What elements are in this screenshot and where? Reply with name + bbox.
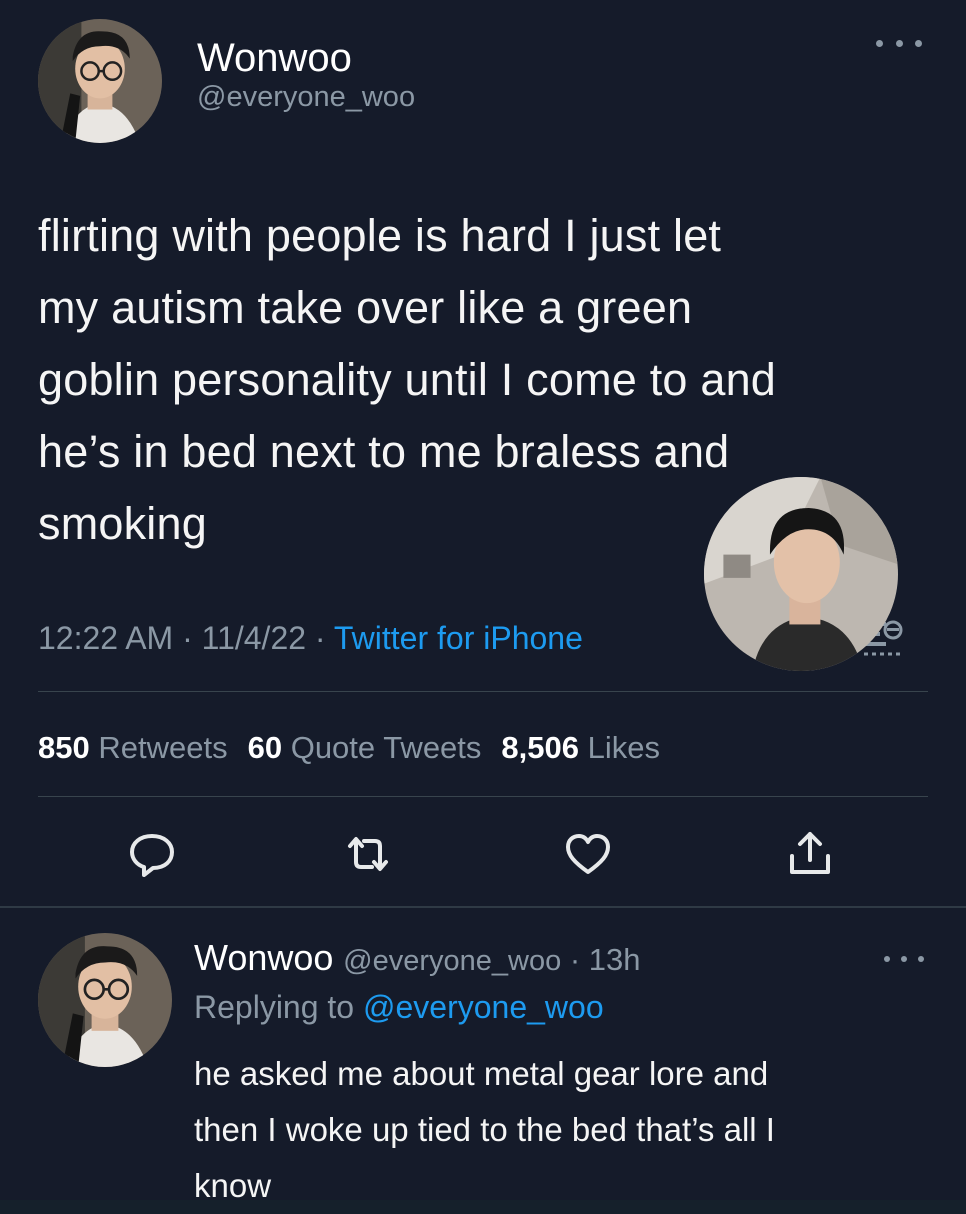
share-icon[interactable] — [782, 826, 838, 882]
divider — [38, 691, 928, 692]
divider — [38, 796, 928, 797]
reply-handle[interactable]: @everyone_woo — [343, 945, 561, 977]
retweets-stat[interactable]: 850 Retweets — [38, 730, 228, 765]
meta-separator: · — [173, 620, 202, 656]
more-dot — [895, 39, 903, 47]
retweets-count: 850 — [38, 730, 90, 765]
likes-count: 8,506 — [501, 730, 579, 765]
reply-header: Wonwoo @everyone_woo · 13h — [194, 936, 641, 983]
reply-more-options-icon[interactable] — [884, 949, 924, 969]
reply-time[interactable]: 13h — [589, 942, 641, 977]
quotes-stat[interactable]: 60 Quote Tweets — [248, 730, 482, 765]
more-dot — [918, 956, 924, 962]
tweet-meta: 12:22 AM · 11/4/22 · Twitter for iPhone — [38, 618, 583, 658]
replying-label: Replying to — [194, 989, 363, 1025]
reply-text: he asked me about metal gear lore and th… — [194, 1055, 775, 1204]
retweets-label: Retweets — [98, 730, 228, 765]
author-display-name[interactable]: Wonwoo — [197, 34, 352, 82]
profile-photo — [38, 19, 162, 143]
replying-to-mention[interactable]: @everyone_woo — [363, 989, 604, 1025]
more-options-icon[interactable] — [876, 32, 922, 54]
quotes-label: Quote Tweets — [290, 730, 482, 765]
overlay-portrait-photo — [704, 477, 898, 671]
tweet-stats: 850 Retweets 60 Quote Tweets 8,506 Likes — [38, 728, 660, 768]
reply-display-name[interactable]: Wonwoo — [194, 937, 333, 978]
likes-label: Likes — [587, 730, 660, 765]
thread-divider — [0, 906, 966, 908]
tweet-date[interactable]: 11/4/22 — [202, 620, 306, 656]
quotes-count: 60 — [247, 730, 283, 765]
reply-time-separator: · — [561, 942, 589, 977]
like-icon[interactable] — [560, 826, 616, 882]
profile-photo — [38, 933, 172, 1067]
retweet-icon[interactable] — [340, 826, 396, 882]
meta-separator: · — [306, 620, 334, 656]
tweet-time[interactable]: 12:22 AM — [38, 620, 173, 656]
reply-icon[interactable] — [124, 826, 180, 882]
more-dot — [884, 956, 890, 962]
portrait-image — [704, 477, 898, 671]
more-dot — [876, 39, 883, 47]
more-dot — [915, 39, 922, 47]
replying-to-line: Replying to @everyone_woo — [194, 986, 604, 1028]
author-avatar[interactable] — [38, 19, 162, 143]
reply-author-avatar[interactable] — [38, 933, 172, 1067]
tweet-client[interactable]: Twitter for iPhone — [334, 620, 583, 656]
more-dot — [901, 956, 907, 962]
author-handle[interactable]: @everyone_woo — [197, 80, 415, 114]
likes-stat[interactable]: 8,506 Likes — [501, 730, 660, 765]
